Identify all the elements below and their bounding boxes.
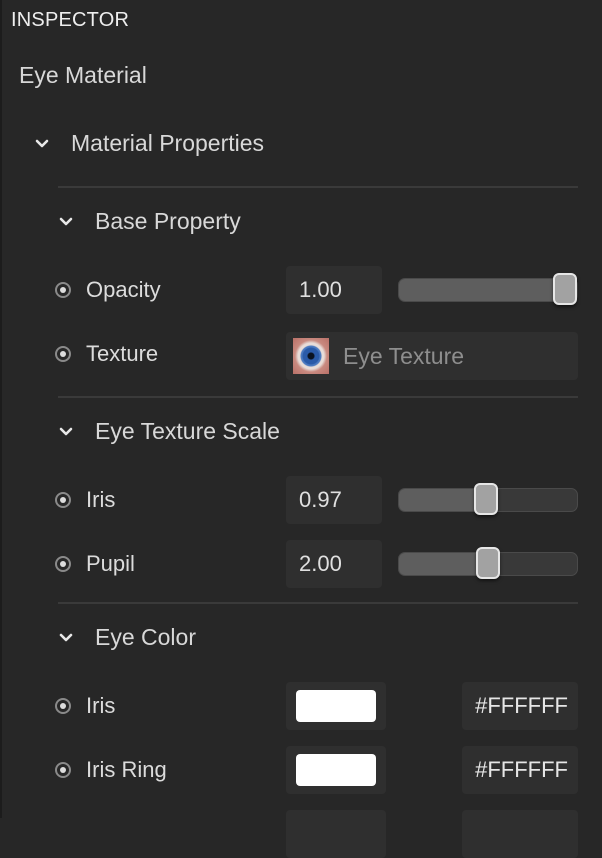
slider-fill xyxy=(399,279,565,301)
chevron-down-icon xyxy=(59,215,73,229)
slider-thumb[interactable] xyxy=(474,483,499,515)
asset-name: Eye Material xyxy=(19,62,147,88)
iris-ring-color-swatch[interactable] xyxy=(296,754,376,786)
section-label: Eye Color xyxy=(95,624,196,650)
iris-ring-color-row-label: Iris Ring xyxy=(55,757,167,783)
eye-texture-thumbnail-icon xyxy=(293,338,329,374)
next-color-hex-input[interactable] xyxy=(462,810,578,858)
texture-name: Eye Texture xyxy=(343,342,465,369)
iris-ring-color-hex-input[interactable]: #FFFFFF xyxy=(462,746,578,794)
section-material-properties[interactable]: Material Properties xyxy=(35,130,264,157)
label: Iris xyxy=(86,693,116,718)
chevron-down-icon xyxy=(59,425,73,439)
iris-scale-row-label: Iris xyxy=(55,487,115,513)
pupil-scale-slider[interactable] xyxy=(398,547,578,579)
label: Texture xyxy=(86,341,159,366)
texture-row-label: Texture xyxy=(55,341,158,367)
label: Iris Ring xyxy=(86,757,167,782)
slider-fill xyxy=(399,489,487,511)
chevron-down-icon xyxy=(35,137,49,151)
section-eye-texture-scale[interactable]: Eye Texture Scale xyxy=(59,418,280,445)
property-bullet-icon[interactable] xyxy=(55,492,71,508)
opacity-slider[interactable] xyxy=(398,273,578,305)
iris-color-hex-input[interactable]: #FFFFFF xyxy=(462,682,578,730)
opacity-input[interactable]: 1.00 xyxy=(286,266,382,314)
property-bullet-icon[interactable] xyxy=(55,346,71,362)
property-bullet-icon[interactable] xyxy=(55,762,71,778)
section-eye-color[interactable]: Eye Color xyxy=(59,624,196,651)
slider-thumb[interactable] xyxy=(553,273,577,305)
panel-title: INSPECTOR xyxy=(11,9,130,31)
slider-thumb[interactable] xyxy=(476,547,500,579)
divider xyxy=(58,186,578,188)
property-bullet-icon[interactable] xyxy=(55,698,71,714)
section-label: Eye Texture Scale xyxy=(95,418,280,444)
chevron-down-icon xyxy=(59,631,73,645)
label: Pupil xyxy=(86,551,135,576)
next-color-swatch-field[interactable] xyxy=(286,810,386,858)
pupil-scale-input[interactable]: 2.00 xyxy=(286,540,382,588)
iris-ring-color-swatch-field[interactable] xyxy=(286,746,386,794)
divider xyxy=(58,396,578,398)
iris-scale-slider[interactable] xyxy=(398,483,578,515)
iris-scale-input[interactable]: 0.97 xyxy=(286,476,382,524)
iris-color-swatch[interactable] xyxy=(296,690,376,722)
slider-fill xyxy=(399,553,488,575)
pupil-scale-row-label: Pupil xyxy=(55,551,135,577)
section-base-property[interactable]: Base Property xyxy=(59,208,241,235)
section-label: Material Properties xyxy=(71,130,265,156)
label: Iris xyxy=(86,487,116,512)
texture-picker[interactable]: Eye Texture xyxy=(286,332,578,380)
opacity-row-label: Opacity xyxy=(55,277,161,303)
iris-color-swatch-field[interactable] xyxy=(286,682,386,730)
property-bullet-icon[interactable] xyxy=(55,556,71,572)
label: Opacity xyxy=(86,277,161,302)
section-label: Base Property xyxy=(95,208,241,234)
divider xyxy=(58,602,578,604)
iris-color-row-label: Iris xyxy=(55,693,115,719)
panel-edge xyxy=(0,0,2,818)
property-bullet-icon[interactable] xyxy=(55,282,71,298)
